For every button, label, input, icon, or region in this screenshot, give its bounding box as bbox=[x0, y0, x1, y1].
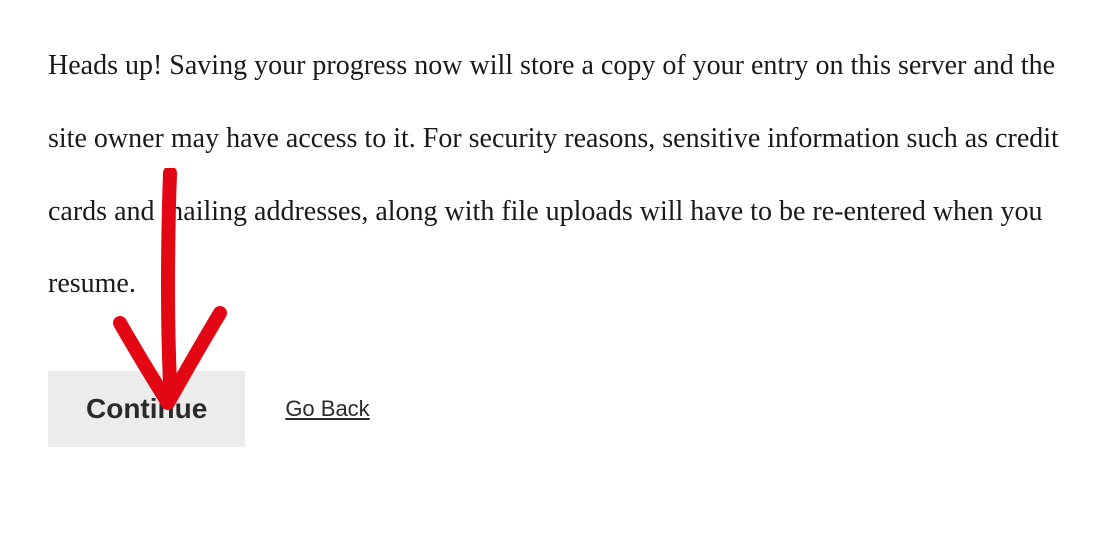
action-buttons: Continue Go Back bbox=[48, 371, 1068, 447]
warning-message: Heads up! Saving your progress now will … bbox=[48, 30, 1068, 321]
continue-button[interactable]: Continue bbox=[48, 371, 245, 447]
go-back-link[interactable]: Go Back bbox=[285, 396, 369, 422]
